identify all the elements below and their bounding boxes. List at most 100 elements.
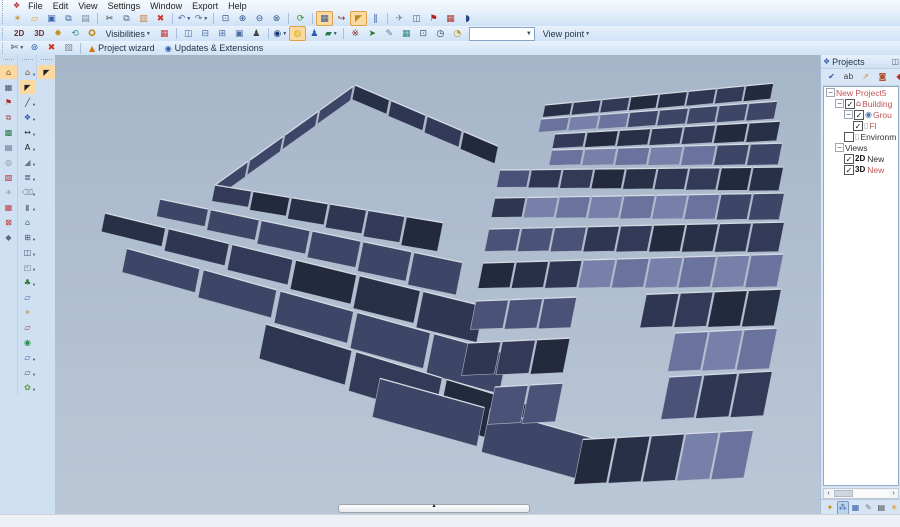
folder-blue-tool[interactable]: ▱▼ <box>19 350 36 364</box>
alarm-button[interactable]: ◔ <box>449 26 466 41</box>
tree-node-building[interactable]: −✓⌂Building <box>824 98 898 109</box>
new-window-button[interactable]: ◫ <box>408 11 425 26</box>
pin-panel-icon[interactable]: ◫ <box>891 57 899 66</box>
cut-button[interactable]: ✂ <box>101 11 118 26</box>
updates-extensions-button[interactable]: ◉Updates & Extensions <box>160 42 269 55</box>
toolbar-grip[interactable] <box>2 43 6 54</box>
tab-table[interactable]: ▦ <box>850 501 862 515</box>
search-view-button[interactable]: ⊚ <box>26 41 43 56</box>
zoom-fit-button[interactable]: ⊗ <box>268 11 285 26</box>
tree-node-view-3d[interactable]: ✓3DNew <box>824 164 898 175</box>
scrollbar-thumb[interactable] <box>834 490 853 497</box>
new-file-button[interactable]: ✶ <box>9 11 26 26</box>
checkbox-building[interactable]: ✓ <box>845 99 855 109</box>
checkbox-view-2d[interactable]: ✓ <box>844 154 854 164</box>
ground-color-button[interactable]: ▰▼ <box>323 26 340 41</box>
levels-tool[interactable]: ≣▼ <box>19 170 36 184</box>
paste-button[interactable]: ▥ <box>135 11 152 26</box>
rename-button[interactable]: ab <box>840 70 857 85</box>
refresh-photo-button[interactable]: ⟲ <box>66 26 83 41</box>
scene-folder-button[interactable]: ✪ <box>83 26 100 41</box>
zoom-window-button[interactable]: ⊡ <box>217 11 234 26</box>
tree-horizontal-scrollbar[interactable]: ‹ › <box>823 488 899 499</box>
3d-viewport[interactable]: ▴ <box>55 55 820 515</box>
tree-node-environment[interactable]: ▯Environm <box>824 131 898 142</box>
walkthrough-button[interactable]: ♟ <box>248 26 265 41</box>
apply-check-button[interactable]: ✔ <box>823 70 840 85</box>
menu-help[interactable]: Help <box>223 1 252 11</box>
project-wizard-button[interactable]: ▲Project wizard <box>84 42 160 55</box>
monitor-button[interactable]: ⊡ <box>415 26 432 41</box>
select-tool[interactable]: ◤ <box>19 80 36 94</box>
window-tool[interactable]: ⊞▼ <box>19 230 36 244</box>
open-file-button[interactable]: ▱ <box>26 11 43 26</box>
window-tile-h-button[interactable]: ⊟ <box>197 26 214 41</box>
tree-node-floor[interactable]: ✓▯Fl <box>824 120 898 131</box>
orbit-sphere-button[interactable]: ◗ <box>459 11 476 26</box>
roof-tool[interactable]: ◢▼ <box>19 155 36 169</box>
sun-button[interactable]: ☀ <box>0 185 17 199</box>
tab-edit[interactable]: ✎ <box>862 501 874 515</box>
sheet-button[interactable]: ▤ <box>0 140 17 154</box>
refresh-view-button[interactable]: ⟳ <box>292 11 309 26</box>
roof-window-tool[interactable]: ◫▼ <box>19 245 36 259</box>
plant-tool[interactable]: ✿▼ <box>19 380 36 394</box>
menu-settings[interactable]: Settings <box>103 1 146 11</box>
clock-button[interactable]: ◷ <box>432 26 449 41</box>
terrain-photo-button[interactable]: ▩ <box>0 125 17 139</box>
dock-grip[interactable] <box>3 59 14 63</box>
pencil-button[interactable]: ✎ <box>381 26 398 41</box>
view-point-button[interactable]: View point▼ <box>538 27 595 40</box>
checkbox-group[interactable]: ✓ <box>854 110 864 120</box>
dimension-tool[interactable]: ↔▼ <box>19 125 36 139</box>
eraser-tool[interactable]: ⌫▼ <box>19 185 36 199</box>
time-slider-marker[interactable]: ▴ <box>432 502 435 509</box>
tree-node-root[interactable]: −New Project5 <box>824 87 898 98</box>
view-2d-button[interactable]: 2D <box>9 27 29 40</box>
menu-export[interactable]: Export <box>187 1 223 11</box>
toolbar-grip[interactable] <box>2 13 6 24</box>
copy-pages-button[interactable]: ⧉ <box>0 110 17 124</box>
tree-tool[interactable]: ♣▼ <box>19 275 36 289</box>
window-cascade-button[interactable]: ◫ <box>180 26 197 41</box>
menu-file[interactable]: File <box>23 1 48 11</box>
flag-marker-button[interactable]: ⚑ <box>0 95 17 109</box>
move-arrow-button[interactable]: ➤ <box>364 26 381 41</box>
window-tile-v-button[interactable]: ⊞ <box>214 26 231 41</box>
ring-button[interactable]: ◎ <box>0 155 17 169</box>
snapshot-button[interactable]: ◙ <box>874 70 891 85</box>
expander-icon[interactable]: − <box>835 143 844 152</box>
export-button[interactable]: ◆ <box>891 70 900 85</box>
flag-button[interactable]: ⚑ <box>425 11 442 26</box>
project-home-button[interactable]: ⌂ <box>0 65 17 79</box>
globe-green-tool[interactable]: ◉ <box>19 335 36 349</box>
globe-button[interactable]: ◉▼ <box>272 26 289 41</box>
viewpoint-select[interactable]: ▼ <box>469 27 535 41</box>
zoom-in-button[interactable]: ⊕ <box>234 11 251 26</box>
drafting-plane-button[interactable]: ✈ <box>391 11 408 26</box>
shield-button[interactable]: ◆ <box>0 230 17 244</box>
folder-open-tool[interactable]: ▱ <box>19 290 36 304</box>
import-button[interactable]: ↗ <box>857 70 874 85</box>
folder-dark-tool[interactable]: ▱▼ <box>19 365 36 379</box>
column-tool[interactable]: ▮▼ <box>19 200 36 214</box>
multi-tool-button[interactable]: ✄▼ <box>9 41 26 56</box>
visibilities-button[interactable]: Visibilities▼ <box>100 27 155 40</box>
print-button[interactable]: ▤ <box>77 11 94 26</box>
tab-sun[interactable]: ☀ <box>888 501 900 515</box>
window-single-button[interactable]: ▣ <box>231 26 248 41</box>
tree-node-group[interactable]: −✓◉Grou <box>824 109 898 120</box>
chevron-down-icon[interactable]: ▼ <box>526 31 532 37</box>
active-select-tool[interactable]: ◤ <box>38 65 55 79</box>
render-flash-button[interactable]: ✸ <box>49 26 66 41</box>
delete-button[interactable]: ✖ <box>152 11 169 26</box>
node-tool[interactable]: ❖▼ <box>19 110 36 124</box>
footprints-button[interactable]: ※ <box>347 26 364 41</box>
image-button[interactable]: ▧ <box>60 41 77 56</box>
pv-array-scene[interactable] <box>55 55 820 515</box>
house-tool[interactable]: ⌂ <box>19 215 36 229</box>
view-3d-button[interactable]: 3D <box>29 27 49 40</box>
tab-tools[interactable]: ✦ <box>824 501 836 515</box>
menu-window[interactable]: Window <box>145 1 187 11</box>
scrollbar-track[interactable] <box>833 490 889 497</box>
